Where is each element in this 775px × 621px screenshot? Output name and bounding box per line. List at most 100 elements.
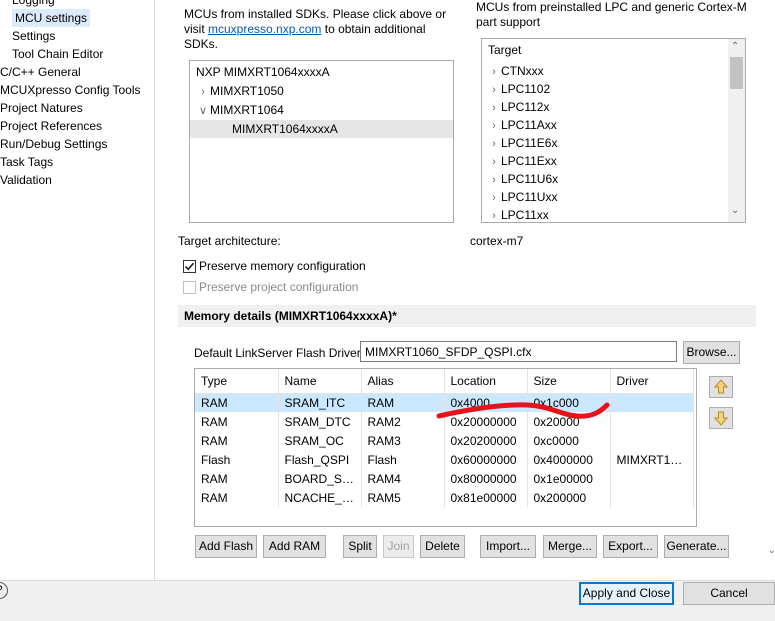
sdk-tree[interactable]: NXP MIMXRT1064xxxxA › MIMXRT1050 ∨ MIMXRT106… — [189, 60, 454, 223]
scroll-up-icon[interactable]: ⌃ — [731, 41, 739, 52]
split-button[interactable]: Split — [343, 535, 377, 558]
chevron-right-icon[interactable]: › — [487, 63, 501, 81]
memory-cell[interactable]: MIMXRT10... — [610, 450, 694, 469]
lpc-list-item[interactable]: › LPC112x — [482, 98, 728, 116]
import-button[interactable]: Import... — [480, 535, 536, 558]
memory-cell[interactable]: RAM — [195, 469, 279, 488]
chevron-right-icon[interactable]: › — [487, 207, 501, 222]
lpc-list-item[interactable]: › LPC11U6x — [482, 170, 728, 188]
cancel-button[interactable]: Cancel — [683, 582, 775, 605]
memory-column-header[interactable]: Location — [444, 369, 528, 394]
add-flash-button[interactable]: Add Flash — [195, 535, 257, 558]
memory-cell[interactable]: 0x20000 — [527, 412, 611, 431]
nav-item[interactable]: C/C++ General — [0, 63, 81, 81]
memory-cell[interactable]: RAM — [195, 431, 279, 450]
memory-cell[interactable]: 0xc0000 — [527, 431, 611, 450]
sdk-tree-item[interactable]: NXP MIMXRT1064xxxxA — [190, 63, 453, 81]
chevron-right-icon[interactable]: › — [487, 135, 501, 153]
memory-cell[interactable]: RAM4 — [361, 469, 445, 488]
scroll-thumb[interactable] — [730, 57, 743, 89]
memory-cell[interactable] — [610, 393, 694, 412]
nav-item[interactable]: Validation — [0, 171, 52, 189]
lpc-list-scrollbar[interactable]: ⌃ ⌄ — [728, 39, 745, 222]
memory-cell[interactable]: Flash_QSPI — [278, 450, 362, 469]
nav-item[interactable]: MCU settings — [12, 9, 91, 27]
memory-cell[interactable]: BOARD_SD... — [278, 469, 362, 488]
memory-cell[interactable]: NCACHE_R... — [278, 488, 362, 507]
memory-cell[interactable]: RAM — [195, 488, 279, 507]
nav-item[interactable]: Run/Debug Settings — [0, 135, 107, 153]
lpc-list-item[interactable]: › LPC11Uxx — [482, 188, 728, 206]
chevron-right-icon[interactable]: › — [487, 171, 501, 189]
sdk-tree-item[interactable]: ∨ MIMXRT1064 — [190, 101, 453, 119]
browse-button[interactable]: Browse... — [683, 341, 740, 364]
lpc-list-item[interactable]: › CTNxxx — [482, 62, 728, 80]
export-button[interactable]: Export... — [603, 535, 658, 558]
memory-cell[interactable]: 0x81e00000 — [444, 488, 528, 507]
scroll-down-icon[interactable]: ⌄ — [731, 205, 739, 216]
lpc-list-item[interactable]: › LPC11xx — [482, 206, 728, 222]
preserve-project-checkbox[interactable] — [183, 281, 196, 294]
nav-item[interactable]: Tool Chain Editor — [12, 45, 103, 63]
memory-column-header[interactable]: Driver — [610, 369, 694, 394]
chevron-right-icon[interactable]: › — [487, 99, 501, 117]
sdk-tree-item[interactable]: MIMXRT1064xxxxA — [190, 120, 453, 138]
memory-cell[interactable]: RAM3 — [361, 431, 445, 450]
memory-row[interactable]: RAM SRAM_DTC RAM2 0x20000000 0x20000 — [195, 412, 694, 431]
memory-cell[interactable]: Flash — [195, 450, 279, 469]
move-up-button[interactable] — [709, 376, 733, 398]
memory-column-header[interactable]: Type — [195, 369, 279, 394]
lpc-list-item[interactable]: › LPC11Axx — [482, 116, 728, 134]
nav-item[interactable]: MCUXpresso Config Tools — [0, 81, 141, 99]
memory-column-header[interactable]: Alias — [361, 369, 445, 394]
memory-row[interactable]: RAM SRAM_OC RAM3 0x20200000 0xc0000 — [195, 431, 694, 450]
delete-button[interactable]: Delete — [420, 535, 465, 558]
nav-item[interactable]: Logging — [12, 0, 55, 9]
chevron-right-icon[interactable]: › — [196, 83, 210, 101]
sdk-tree-item[interactable]: › MIMXRT1050 — [190, 82, 453, 100]
memory-cell[interactable]: 0x4000000 — [527, 450, 611, 469]
memory-cell[interactable]: RAM2 — [361, 412, 445, 431]
memory-cell[interactable]: SRAM_OC — [278, 431, 362, 450]
memory-cell[interactable]: 0x1c000 — [527, 393, 611, 412]
memory-cell[interactable]: RAM — [361, 393, 445, 412]
merge-button[interactable]: Merge... — [543, 535, 597, 558]
nav-item[interactable]: Task Tags — [0, 153, 53, 171]
memory-cell[interactable] — [610, 412, 694, 431]
memory-cell[interactable]: SRAM_ITC — [278, 393, 362, 412]
chevron-right-icon[interactable]: › — [487, 189, 501, 207]
memory-row[interactable]: RAM SRAM_ITC RAM 0x4000 0x1c000 — [195, 393, 694, 412]
chevron-right-icon[interactable]: › — [487, 117, 501, 135]
memory-cell[interactable]: RAM — [195, 393, 279, 412]
flash-driver-input[interactable] — [360, 341, 677, 362]
memory-cell[interactable]: 0x1e00000 — [527, 469, 611, 488]
memory-cell[interactable]: 0x20200000 — [444, 431, 528, 450]
memory-cell[interactable]: Flash — [361, 450, 445, 469]
nav-item[interactable]: Settings — [12, 27, 55, 45]
nav-item[interactable]: Project Natures — [0, 99, 83, 117]
memory-cell[interactable]: RAM — [195, 412, 279, 431]
nav-item[interactable]: Project References — [0, 117, 102, 135]
lpc-list-item[interactable]: › LPC11E6x — [482, 134, 728, 152]
memory-row[interactable]: RAM NCACHE_R... RAM5 0x81e00000 0x200000 — [195, 488, 694, 507]
lpc-list-item[interactable]: › LPC11Exx — [482, 152, 728, 170]
memory-column-header[interactable]: Name — [278, 369, 362, 394]
mcuxpresso-link[interactable]: mcuxpresso.nxp.com — [208, 22, 321, 36]
join-button[interactable]: Join — [383, 535, 414, 558]
memory-cell[interactable]: 0x200000 — [527, 488, 611, 507]
lpc-target-list[interactable]: Target › CTNxxx › LPC1102 › LPC112x › LPC11Axx ›… — [481, 38, 746, 223]
memory-row[interactable]: Flash Flash_QSPI Flash 0x60000000 0x4000000 M… — [195, 450, 694, 469]
apply-close-button[interactable]: Apply and Close — [579, 582, 674, 605]
chevron-right-icon[interactable]: › — [487, 81, 501, 99]
generate-button[interactable]: Generate... — [664, 535, 729, 558]
memory-cell[interactable] — [610, 469, 694, 488]
collapse-handle-icon[interactable]: ⌄ — [768, 545, 775, 556]
memory-cell[interactable]: RAM5 — [361, 488, 445, 507]
memory-cell[interactable]: 0x60000000 — [444, 450, 528, 469]
chevron-right-icon[interactable]: › — [487, 153, 501, 171]
memory-column-header[interactable]: Size — [527, 369, 611, 394]
memory-cell[interactable]: SRAM_DTC — [278, 412, 362, 431]
chevron-down-icon[interactable]: ∨ — [196, 102, 210, 120]
memory-cell[interactable]: 0x20000000 — [444, 412, 528, 431]
preserve-memory-checkbox[interactable] — [183, 260, 196, 273]
